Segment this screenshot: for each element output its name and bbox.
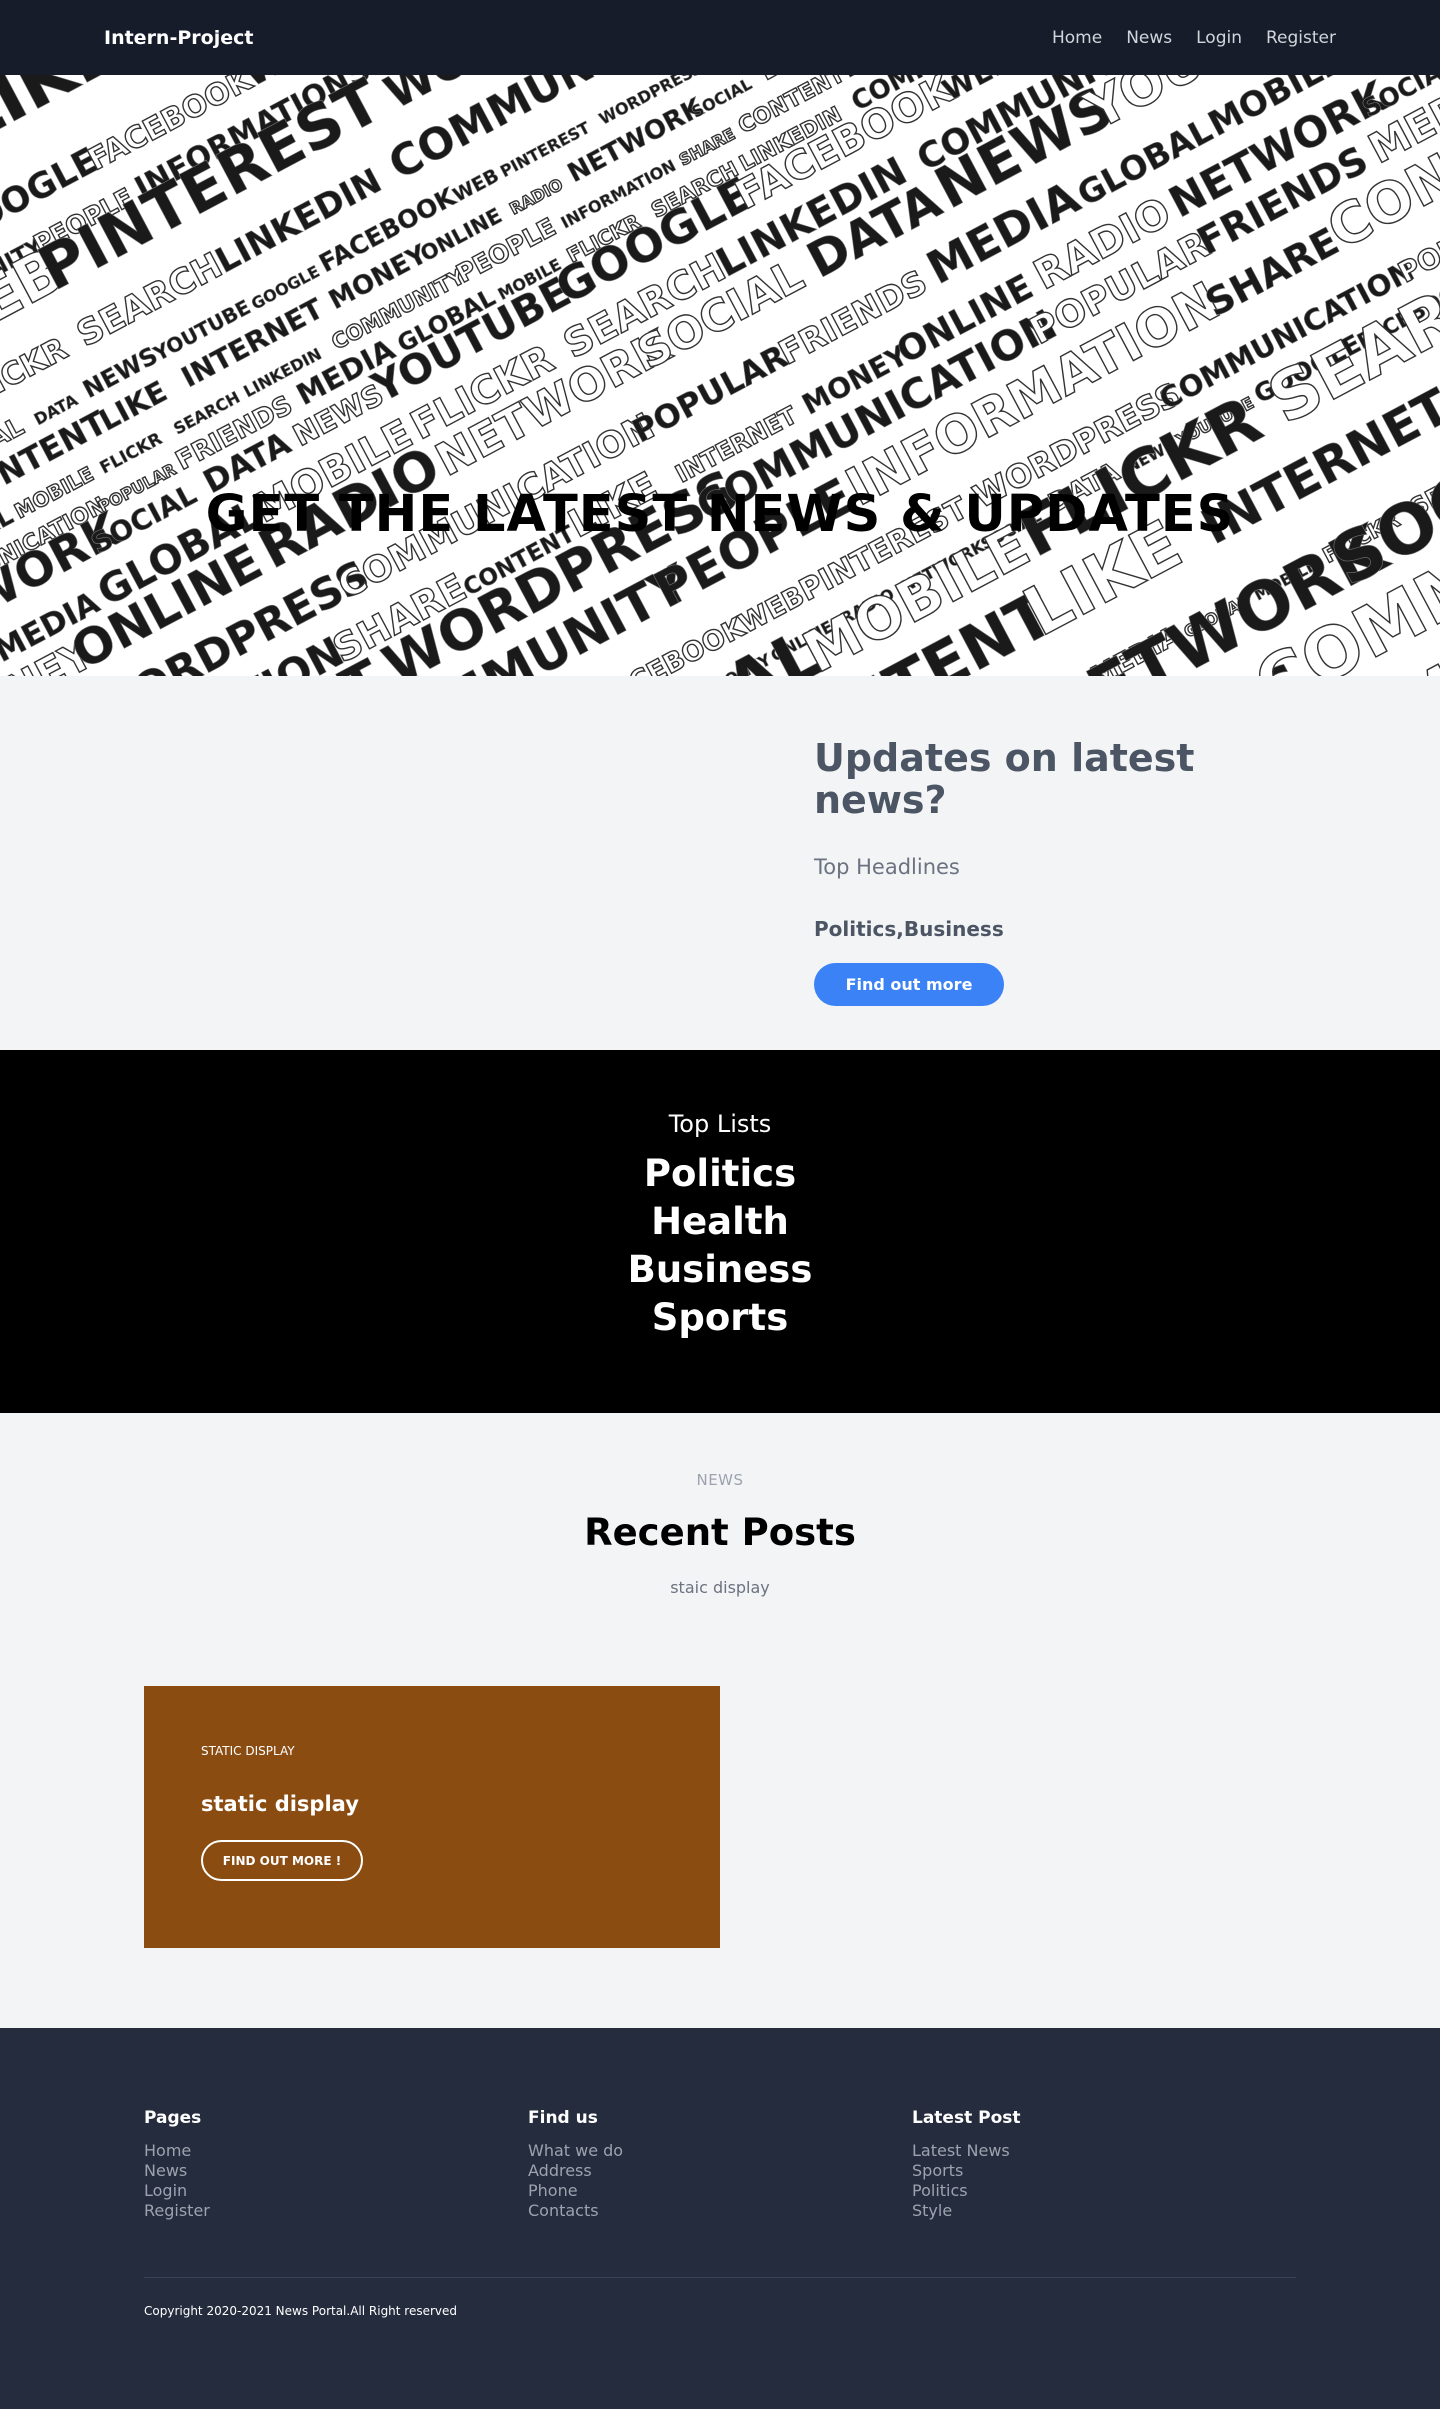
nav-link-login[interactable]: Login: [1196, 28, 1242, 48]
footer-heading-pages: Pages: [144, 2108, 202, 2128]
footer-divider: [144, 2277, 1296, 2278]
top-list-item-health: Health: [651, 1200, 789, 1243]
footer-link-news[interactable]: News: [144, 2161, 528, 2181]
top-navbar: Intern-Project Home News Login Register: [0, 0, 1440, 75]
nav-link-register[interactable]: Register: [1266, 28, 1336, 48]
footer-column-pages: Pages Home News Login Register: [144, 2108, 528, 2221]
recent-posts-subtitle: staic display: [670, 1578, 770, 1597]
post-card-eyebrow: STATIC DISPLAY: [201, 1744, 295, 1758]
footer-link-address[interactable]: Address: [528, 2161, 912, 2181]
updates-categories: Politics,Business: [814, 917, 1004, 941]
copyright-text: Copyright 2020-2021 News Portal.All Righ…: [144, 2304, 458, 2318]
top-lists-title: Top Lists: [668, 1110, 772, 1138]
footer-link-login[interactable]: Login: [144, 2181, 528, 2201]
updates-title: Updates on latest news?: [814, 736, 1195, 822]
top-list-item-politics: Politics: [643, 1152, 797, 1195]
hero-title: GET THE LATEST NEWS & UPDATES: [205, 485, 1235, 544]
recent-eyebrow: NEWS: [696, 1471, 744, 1489]
top-list-item-sports: Sports: [651, 1296, 789, 1339]
brand-logo[interactable]: Intern-Project: [104, 27, 253, 49]
footer-link-contacts[interactable]: Contacts: [528, 2201, 912, 2221]
nav-links: Home News Login Register: [1052, 28, 1336, 48]
post-card-find-out-more-button[interactable]: FIND OUT MORE !: [201, 1840, 363, 1881]
post-card-title: static display: [201, 1792, 359, 1816]
recent-posts-title: Recent Posts: [584, 1511, 856, 1554]
hero-banner: POPULARFRIENDSMEDIAGLOBALMOBILEFLICKRSEA…: [0, 75, 1440, 676]
top-lists-list: Politics Health Business Sports: [0, 1150, 1440, 1342]
hero-background-word: WEB: [450, 165, 503, 207]
footer-heading-latest-post: Latest Post: [912, 2108, 1021, 2128]
hero-background-word: RADIO: [506, 175, 566, 219]
recent-posts-section: NEWS Recent Posts staic display STATIC D…: [0, 1413, 1440, 2028]
footer-link-phone[interactable]: Phone: [528, 2181, 912, 2201]
top-lists-section: Top Lists Politics Health Business Sport…: [0, 1050, 1440, 1413]
footer-link-latest-news[interactable]: Latest News: [912, 2141, 1296, 2161]
updates-subtitle: Top Headlines: [814, 855, 960, 879]
footer: Pages Home News Login Register Find us W…: [0, 2028, 1440, 2409]
footer-column-latest-post: Latest Post Latest News Sports Politics …: [912, 2108, 1296, 2221]
footer-link-politics[interactable]: Politics: [912, 2181, 1296, 2201]
footer-columns: Pages Home News Login Register Find us W…: [144, 2108, 1296, 2221]
nav-link-home[interactable]: Home: [1052, 28, 1102, 48]
footer-link-home[interactable]: Home: [144, 2141, 528, 2161]
footer-link-style[interactable]: Style: [912, 2201, 1296, 2221]
updates-section: Updates on latest news? Top Headlines Po…: [0, 676, 1440, 1050]
footer-link-register[interactable]: Register: [144, 2201, 528, 2221]
footer-link-sports[interactable]: Sports: [912, 2161, 1296, 2181]
top-list-item-business: Business: [627, 1248, 813, 1291]
updates-content: Updates on latest news? Top Headlines Po…: [814, 737, 1234, 1006]
find-out-more-button[interactable]: Find out more: [814, 963, 1004, 1006]
footer-link-what-we-do[interactable]: What we do: [528, 2141, 912, 2161]
nav-link-news[interactable]: News: [1126, 28, 1172, 48]
footer-column-find-us: Find us What we do Address Phone Contact…: [528, 2108, 912, 2221]
hero-word-cloud-image: POPULARFRIENDSMEDIAGLOBALMOBILEFLICKRSEA…: [0, 75, 1440, 676]
footer-heading-find-us: Find us: [528, 2108, 598, 2128]
post-card: STATIC DISPLAY static display FIND OUT M…: [144, 1686, 720, 1948]
